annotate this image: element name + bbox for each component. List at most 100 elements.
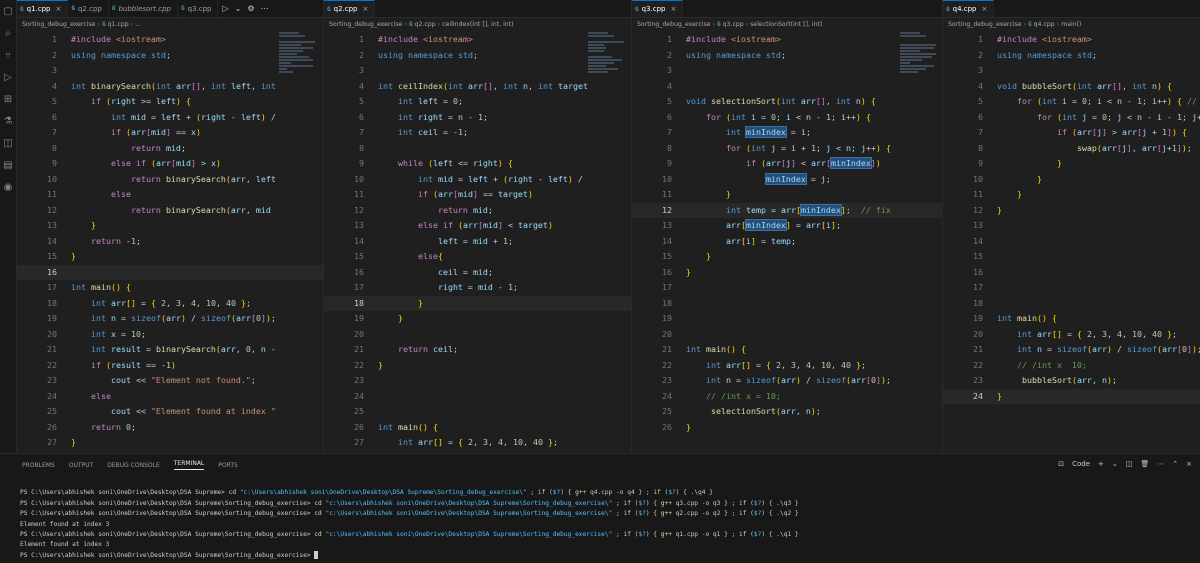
code-line[interactable]: 1 #include <iostream> bbox=[632, 32, 942, 48]
code-line[interactable]: 7 if (arr[j] > arr[j + 1]) { bbox=[943, 125, 1200, 141]
tab-q3[interactable]: Gq3.cpp × bbox=[632, 0, 684, 17]
maximize-icon[interactable]: ⌃ bbox=[1172, 460, 1178, 468]
code-line[interactable]: 20 bbox=[324, 327, 631, 343]
code-line[interactable]: 8 return mid; bbox=[17, 141, 323, 157]
code-line[interactable]: 14 left = mid + 1; bbox=[324, 234, 631, 250]
code-line[interactable]: 9 while (left <= right) { bbox=[324, 156, 631, 172]
code-line[interactable]: 17 bbox=[943, 280, 1200, 296]
docker-icon[interactable]: ▤ bbox=[0, 154, 16, 176]
split-terminal-icon[interactable]: ◫ bbox=[1126, 460, 1133, 468]
minimap[interactable] bbox=[279, 32, 317, 102]
code-line[interactable]: 2 using namespace std; bbox=[17, 48, 323, 64]
code-line[interactable]: 15 bbox=[943, 249, 1200, 265]
code-line[interactable]: 16} bbox=[632, 265, 942, 281]
code-line[interactable]: 17 right = mid - 1; bbox=[324, 280, 631, 296]
code-line[interactable]: 2 using namespace std; bbox=[632, 48, 942, 64]
code-line[interactable]: 5 if (right >= left) { bbox=[17, 94, 323, 110]
code-line[interactable]: 8 swap(arr[j], arr[j+1]); bbox=[943, 141, 1200, 157]
code-line[interactable]: 23 bbox=[324, 373, 631, 389]
code-line[interactable]: 7 int ceil = -1; bbox=[324, 125, 631, 141]
tab-terminal[interactable]: TERMINAL bbox=[173, 460, 205, 470]
tab-q1[interactable]: Gq1.cpp × bbox=[17, 0, 69, 17]
code-line[interactable]: 5 void selectionSort(int arr[], int n) { bbox=[632, 94, 942, 110]
code-line[interactable]: 27} bbox=[17, 435, 323, 451]
more-icon[interactable]: ⋯ bbox=[261, 4, 269, 13]
code-line[interactable]: 11 } bbox=[943, 187, 1200, 203]
code-line[interactable]: 7 if (arr[mid] == x) bbox=[17, 125, 323, 141]
code-line[interactable]: 20 int x = 10; bbox=[17, 327, 323, 343]
code-line[interactable]: 24 else bbox=[17, 389, 323, 405]
code-line[interactable]: 17 bbox=[632, 280, 942, 296]
code-line[interactable]: 18 } bbox=[324, 295, 631, 311]
code-line[interactable]: 1 #include <iostream> bbox=[17, 32, 323, 48]
code-line[interactable]: 24 // /int x = 10; bbox=[632, 389, 942, 405]
tab-q2[interactable]: Gq2.cpp bbox=[68, 0, 109, 17]
code-line[interactable]: 10 int mid = left + (right - left) / bbox=[324, 172, 631, 188]
tab-q2[interactable]: Gq2.cpp × bbox=[324, 0, 376, 17]
code-line[interactable]: 10 minIndex = j; bbox=[632, 172, 942, 188]
code-line[interactable]: 21 int result = binarySearch(arr, 0, n - bbox=[17, 342, 323, 358]
code-line[interactable]: 18 bbox=[943, 296, 1200, 312]
code-line[interactable]: 19 int main() { bbox=[943, 311, 1200, 327]
terminal-output[interactable]: PS C:\Users\abhishek soni\OneDrive\Deskt… bbox=[0, 476, 1200, 561]
code-line[interactable]: 13 bbox=[943, 218, 1200, 234]
code-line[interactable]: 24 bbox=[324, 389, 631, 405]
code-line[interactable]: 3 bbox=[17, 63, 323, 79]
breadcrumb-folder[interactable]: Sorting_debug_exercise bbox=[329, 21, 403, 28]
search-icon[interactable]: ⌕ bbox=[0, 22, 16, 44]
code-line[interactable]: 10 } bbox=[943, 172, 1200, 188]
code-line[interactable]: 4 void bubbleSort(int arr[], int n) { bbox=[943, 79, 1200, 95]
tab-output[interactable]: OUTPUT bbox=[69, 462, 93, 469]
run-icon[interactable]: ▷ bbox=[222, 4, 228, 13]
code-line[interactable]: 7 int minIndex = i; bbox=[632, 125, 942, 141]
trash-icon[interactable]: 🗑 bbox=[1140, 460, 1149, 468]
code-line[interactable]: 27 int arr[] = { 2, 3, 4, 10, 40 }; bbox=[324, 435, 631, 451]
breadcrumb-symbol[interactable]: selectionSort(int [], int) bbox=[750, 21, 822, 28]
code-area[interactable]: 1 #include <iostream> 2 using namespace std… bbox=[943, 32, 1200, 453]
breadcrumb-symbol[interactable]: ceilIndex(int [], int, int) bbox=[442, 21, 513, 28]
code-line[interactable]: 6 int right = n - 1; bbox=[324, 110, 631, 126]
code-line[interactable]: 6 for (int j = 0; j < n - i - 1; j+ bbox=[943, 110, 1200, 126]
code-line[interactable]: 4 int ceilIndex(int arr[], int n, int tar… bbox=[324, 79, 631, 95]
code-line[interactable]: 15 } bbox=[632, 249, 942, 265]
code-line[interactable]: 13 arr[minIndex] = arr[i]; bbox=[632, 218, 942, 234]
close-icon[interactable]: × bbox=[362, 5, 368, 13]
testing-icon[interactable]: ⚗ bbox=[0, 110, 16, 132]
close-icon[interactable]: × bbox=[670, 5, 676, 13]
explorer-icon[interactable]: ▢ bbox=[0, 0, 16, 22]
code-line[interactable]: 2 using namespace std; bbox=[324, 48, 631, 64]
close-icon[interactable]: × bbox=[55, 5, 61, 13]
run-debug-icon[interactable]: ▷ bbox=[0, 66, 16, 88]
chevron-down-icon[interactable]: ⌄ bbox=[235, 4, 242, 13]
code-line[interactable]: 16 ceil = mid; bbox=[324, 265, 631, 281]
code-line[interactable]: 19 bbox=[632, 311, 942, 327]
code-line[interactable]: 2 using namespace std; bbox=[943, 48, 1200, 64]
breadcrumb-symbol[interactable]: main() bbox=[1061, 21, 1081, 28]
code-line[interactable]: 4 bbox=[632, 79, 942, 95]
code-line[interactable]: 12} bbox=[943, 203, 1200, 219]
code-area[interactable]: 1 #include <iostream> 2 using namespace std… bbox=[632, 32, 942, 453]
tab-debug-console[interactable]: DEBUG CONSOLE bbox=[107, 462, 160, 469]
code-line[interactable]: 21 return ceil; bbox=[324, 342, 631, 358]
tab-bubblesort[interactable]: Gbubblesort.cpp bbox=[108, 0, 178, 17]
breadcrumb-folder[interactable]: Sorting_debug_exercise bbox=[948, 21, 1022, 28]
terminal-shell-label[interactable]: Code bbox=[1072, 460, 1090, 468]
remote-icon[interactable]: ◫ bbox=[0, 132, 16, 154]
code-line[interactable]: 9 if (arr[j] < arr[minIndex]) bbox=[632, 156, 942, 172]
code-line[interactable]: 14 bbox=[943, 234, 1200, 250]
code-line[interactable]: 22 if (result == -1) bbox=[17, 358, 323, 374]
code-line[interactable]: 12 return mid; bbox=[324, 203, 631, 219]
code-area[interactable]: 1 #include <iostream> 2 using namespace std… bbox=[324, 32, 631, 453]
tab-q4[interactable]: Gq4.cpp × bbox=[943, 0, 995, 17]
code-line[interactable]: 14 arr[i] = temp; bbox=[632, 234, 942, 250]
code-line[interactable]: 23 int n = sizeof(arr) / sizeof(arr[0]); bbox=[632, 373, 942, 389]
code-line[interactable]: 19 } bbox=[324, 311, 631, 327]
code-line[interactable]: 3 bbox=[324, 63, 631, 79]
code-line[interactable]: 22} bbox=[324, 358, 631, 374]
code-line[interactable]: 3 bbox=[943, 63, 1200, 79]
code-line[interactable]: 23 bubbleSort(arr, n); bbox=[943, 373, 1200, 389]
code-line[interactable]: 6 for (int i = 0; i < n - 1; i++) { bbox=[632, 110, 942, 126]
code-line[interactable]: 3 bbox=[632, 63, 942, 79]
code-line[interactable]: 20 int arr[] = { 2, 3, 4, 10, 40 }; bbox=[943, 327, 1200, 343]
close-icon[interactable]: × bbox=[981, 5, 987, 13]
